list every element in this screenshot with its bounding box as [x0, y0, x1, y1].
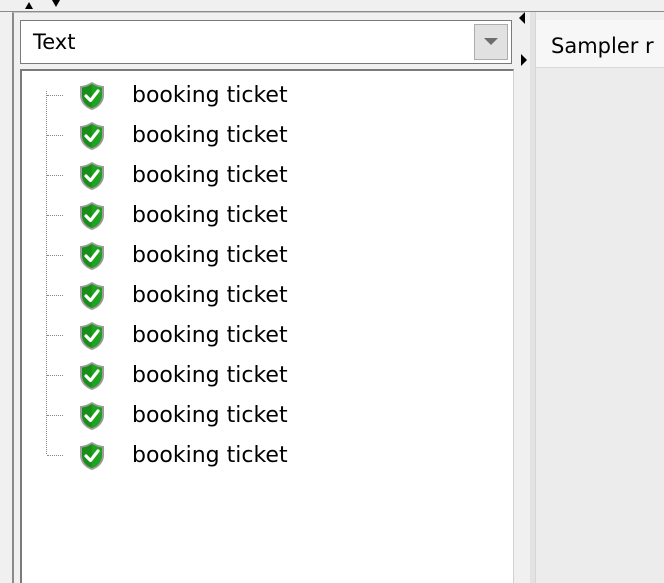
- success-shield-icon: [80, 322, 104, 350]
- tree-connector: [47, 415, 63, 416]
- tree-item[interactable]: booking ticket: [22, 116, 502, 156]
- panel-splitter[interactable]: [516, 12, 530, 583]
- tree-connector: [47, 455, 63, 456]
- tree-connector: [47, 135, 63, 136]
- tree-connector: [47, 375, 63, 376]
- tree-connector: [47, 295, 63, 296]
- success-shield-icon: [80, 202, 104, 230]
- details-panel-edge: [530, 12, 536, 583]
- details-body: [531, 68, 664, 583]
- tree-item[interactable]: booking ticket: [22, 396, 502, 436]
- chevron-down-icon: [484, 38, 498, 45]
- tree-item-label: booking ticket: [132, 243, 288, 268]
- tree-connector: [47, 95, 63, 96]
- tree-item[interactable]: booking ticket: [22, 356, 502, 396]
- tree-item-label: booking ticket: [132, 323, 288, 348]
- success-shield-icon: [80, 362, 104, 390]
- tree-item[interactable]: booking ticket: [22, 156, 502, 196]
- tree-item-label: booking ticket: [132, 443, 288, 468]
- tree-item-label: booking ticket: [132, 123, 288, 148]
- result-tree[interactable]: booking ticket booking ticket booking tick…: [20, 69, 514, 583]
- tree-item[interactable]: booking ticket: [22, 76, 502, 116]
- success-shield-icon: [80, 242, 104, 270]
- tree-item-label: booking ticket: [132, 163, 288, 188]
- tree-connector: [47, 175, 63, 176]
- success-shield-icon: [80, 122, 104, 150]
- success-shield-icon: [80, 162, 104, 190]
- tree-item[interactable]: booking ticket: [22, 436, 502, 476]
- tab-sampler-result-label: Sampler r: [551, 34, 654, 58]
- results-window: Text booking ticket booking ticket booking…: [0, 0, 664, 583]
- tree-item[interactable]: booking ticket: [22, 316, 502, 356]
- success-shield-icon: [80, 402, 104, 430]
- success-shield-icon: [80, 282, 104, 310]
- tree-item-label: booking ticket: [132, 203, 288, 228]
- tree-connector: [47, 255, 63, 256]
- renderer-select-value: Text: [33, 30, 76, 54]
- tree-item[interactable]: booking ticket: [22, 276, 502, 316]
- tree-item-label: booking ticket: [132, 403, 288, 428]
- success-shield-icon: [80, 442, 104, 470]
- tree-item-label: booking ticket: [132, 83, 288, 108]
- tree-item-label: booking ticket: [132, 363, 288, 388]
- success-shield-icon: [80, 82, 104, 110]
- splitter-arrows-icon[interactable]: [22, 0, 72, 10]
- details-panel: Sampler r: [530, 12, 664, 583]
- tree-connector: [47, 335, 63, 336]
- dropdown-button[interactable]: [474, 24, 508, 60]
- tree-connector: [47, 215, 63, 216]
- tree-item-label: booking ticket: [132, 283, 288, 308]
- renderer-select[interactable]: Text: [20, 20, 512, 64]
- tree-item[interactable]: booking ticket: [22, 196, 502, 236]
- tab-sampler-result[interactable]: Sampler r: [531, 20, 664, 68]
- tree-item[interactable]: booking ticket: [22, 236, 502, 276]
